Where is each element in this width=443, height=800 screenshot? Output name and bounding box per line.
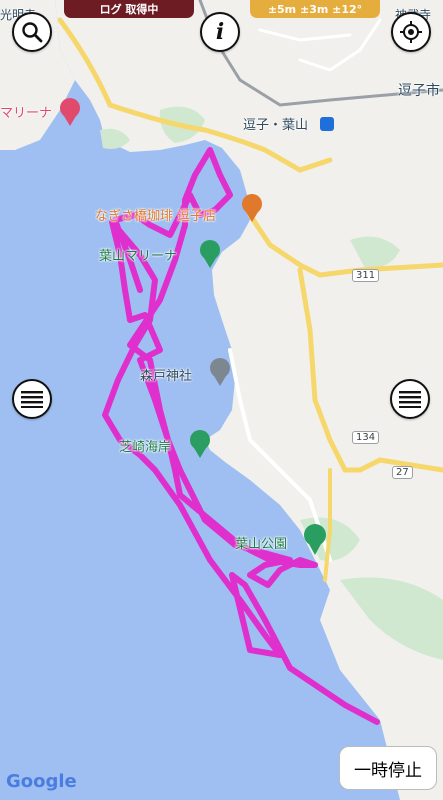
route-badge: 311 [352, 269, 380, 282]
label-station: 逗子・葉山 [243, 118, 309, 133]
accuracy-label: ±5m ±3m ±12° [267, 2, 363, 16]
route-badge: 134 [352, 431, 380, 444]
label-city-zushi: 逗子市 [398, 83, 440, 99]
locate-icon [400, 21, 422, 43]
menu-icon [399, 391, 421, 408]
label-morito-shrine: 森戸神社 [140, 369, 193, 384]
left-menu-button[interactable] [12, 379, 52, 419]
info-icon: i [215, 19, 225, 45]
label-hayama-park: 葉山公園 [235, 537, 288, 552]
station-icon [320, 117, 334, 131]
log-status-label: ログ 取得中 [99, 3, 159, 16]
right-menu-button[interactable] [390, 379, 430, 419]
accuracy-badge: ±5m ±3m ±12° [250, 0, 380, 18]
locate-button[interactable] [391, 12, 431, 52]
search-icon [22, 22, 43, 43]
info-button[interactable]: i [200, 12, 240, 52]
search-button[interactable] [12, 12, 52, 52]
label-cafe: なぎさ橋珈琲 逗子店 [95, 209, 217, 224]
pause-button[interactable]: 一時停止 [339, 746, 437, 790]
google-logo: Google [6, 771, 77, 792]
google-attribution: Google [6, 771, 77, 792]
label-hayama-marina: 葉山マリーナ [99, 249, 178, 264]
log-status-badge: ログ 取得中 [64, 0, 194, 18]
label-shibasaki: 芝崎海岸 [119, 440, 172, 455]
map-canvas[interactable] [0, 0, 443, 800]
route-badge: 27 [392, 466, 413, 479]
menu-icon [21, 391, 43, 408]
label-marina-left: マリーナ [0, 106, 53, 121]
